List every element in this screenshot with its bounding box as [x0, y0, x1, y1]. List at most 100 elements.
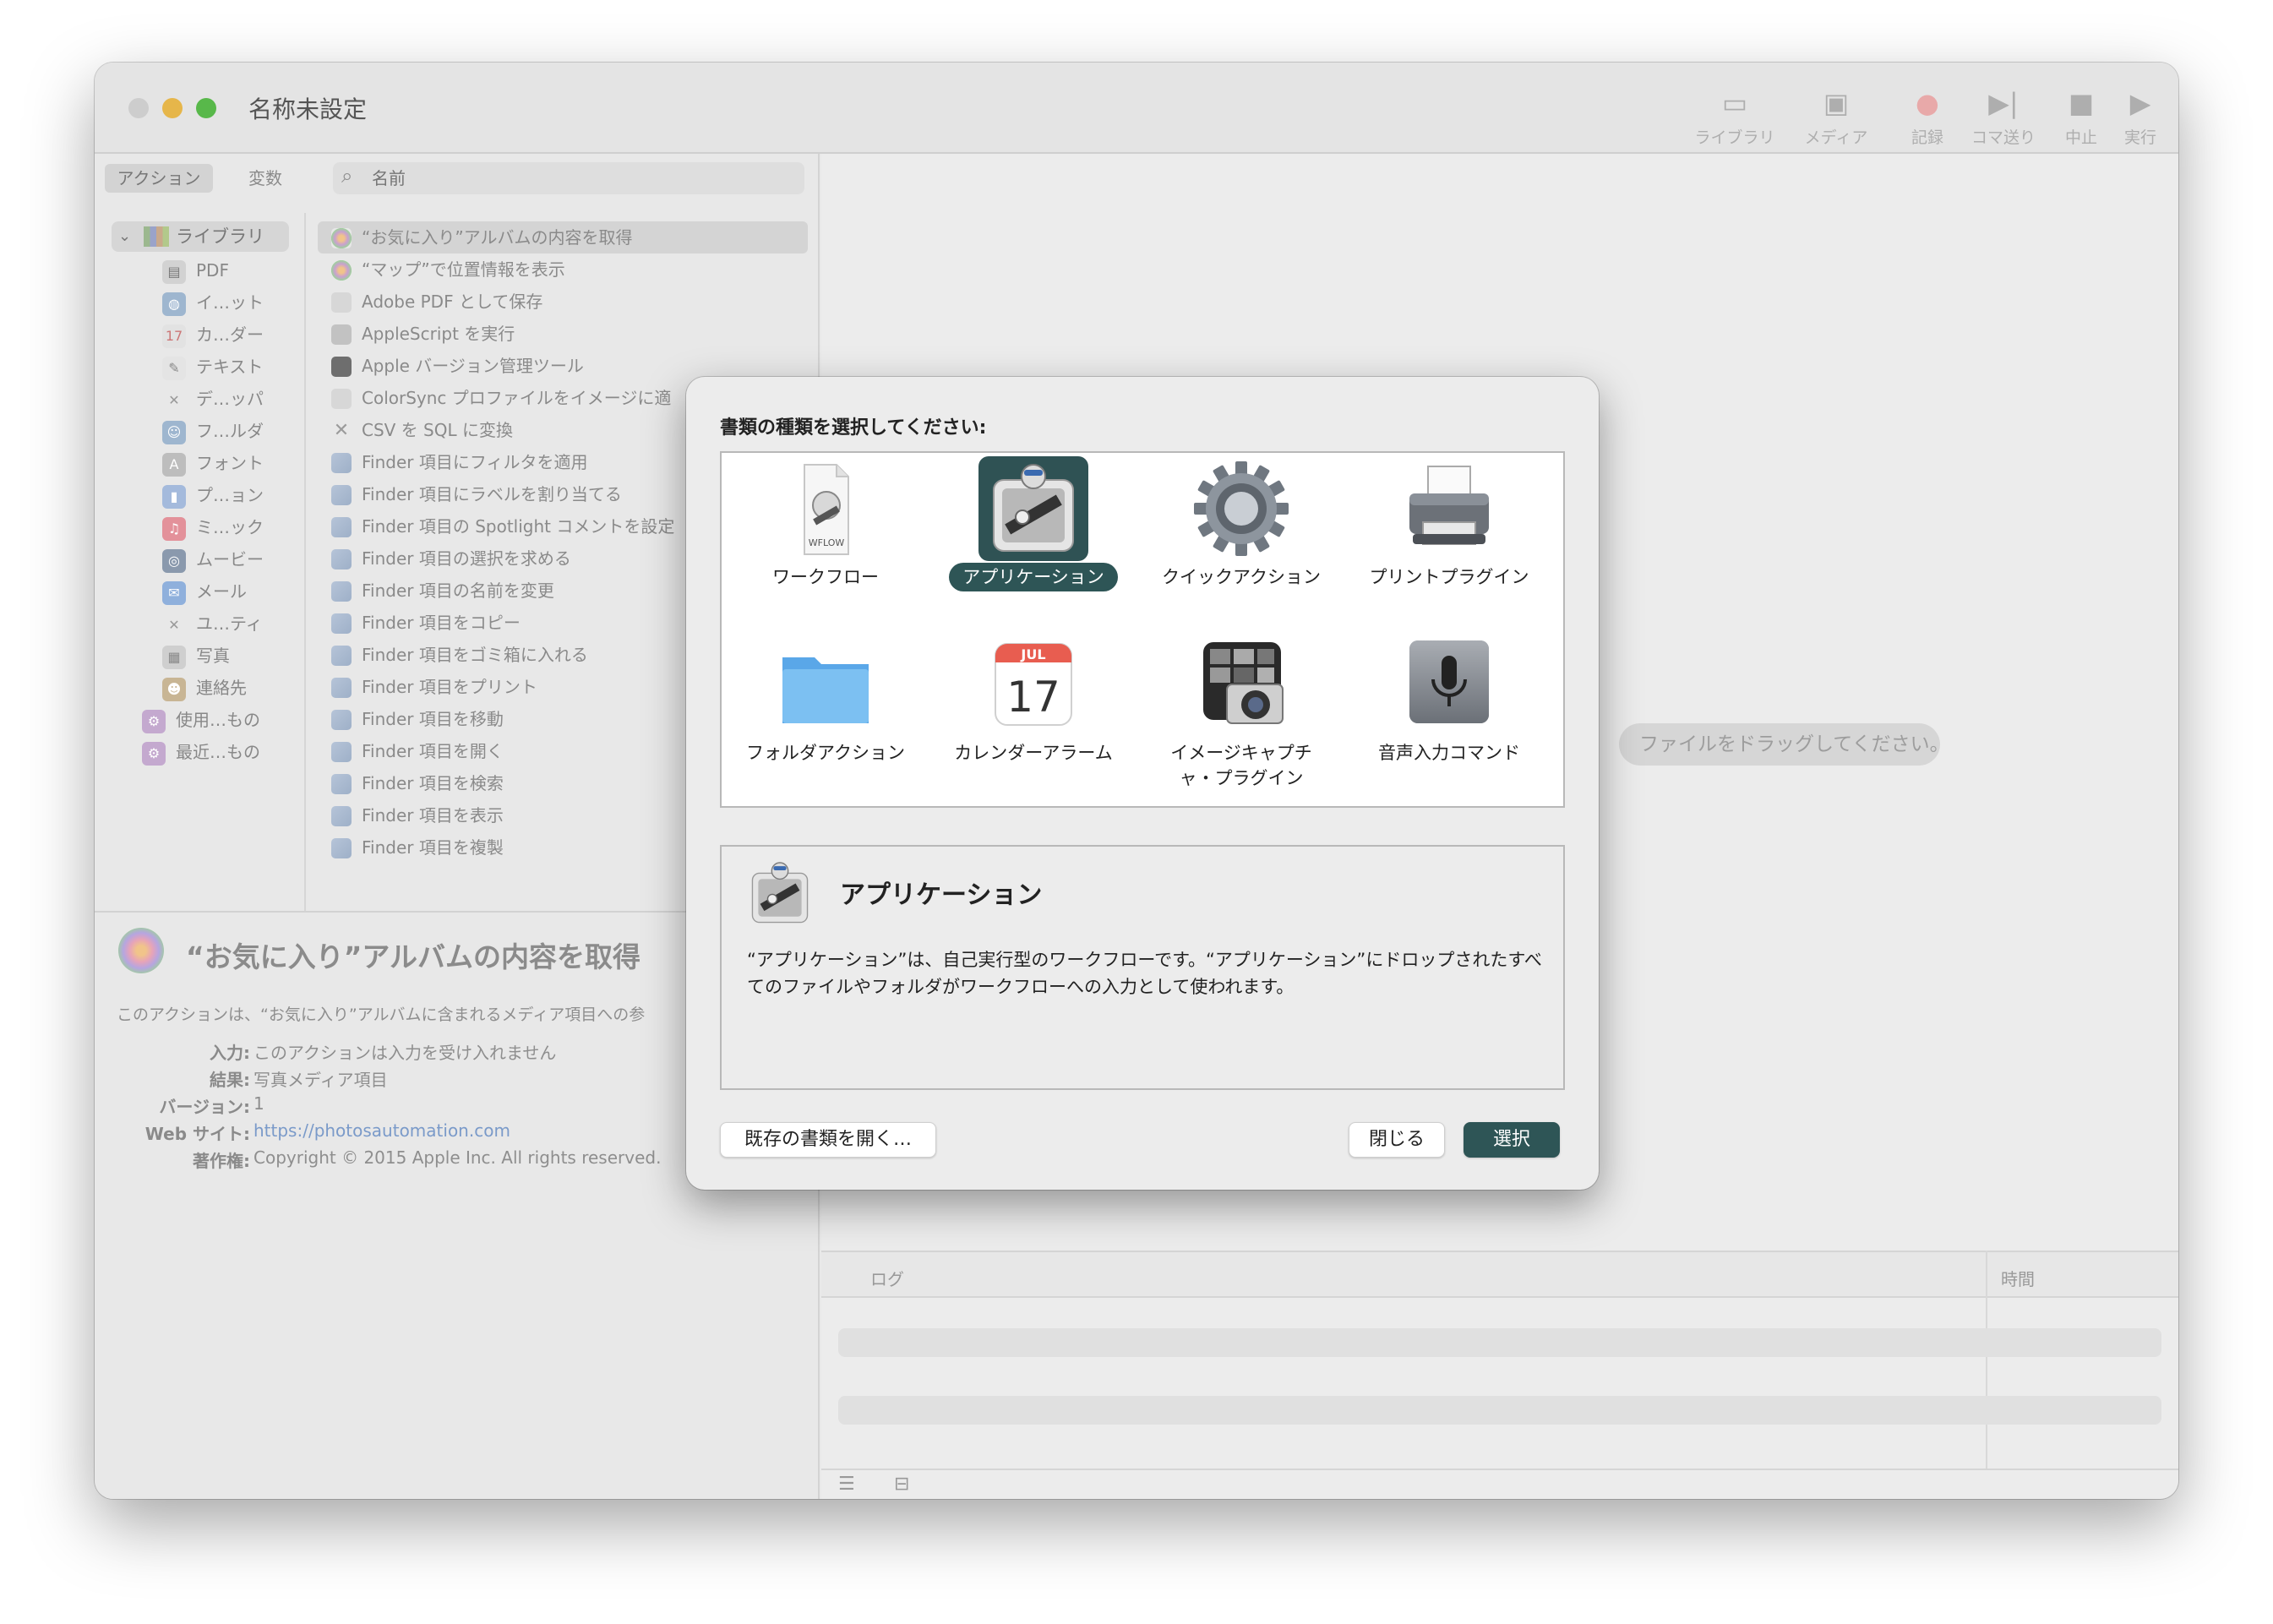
- type-application[interactable]: アプリケーション: [929, 453, 1137, 622]
- type-calendar-alarm[interactable]: JUL 17 カレンダーアラーム: [929, 629, 1137, 798]
- finder-icon: [331, 774, 352, 794]
- maps-icon: [331, 260, 352, 281]
- list-item[interactable]: “マップ”で位置情報を表示: [318, 253, 808, 286]
- finder-icon: [331, 581, 352, 602]
- tab-actions[interactable]: アクション: [105, 164, 213, 193]
- mail-icon: ✉: [162, 580, 186, 605]
- list-item[interactable]: AppleScript を実行: [318, 318, 808, 350]
- script-icon: [331, 324, 352, 345]
- photos-icon: ▣: [1823, 87, 1850, 119]
- photos-icon: [118, 928, 164, 973]
- window-title: 名称未設定: [248, 95, 368, 123]
- search-input[interactable]: [372, 166, 786, 191]
- photos-icon: [331, 228, 352, 248]
- finder-icon: [331, 806, 352, 826]
- library-root-item[interactable]: ⌄ ライブラリ: [112, 221, 289, 252]
- utilities-icon: ✕: [168, 616, 180, 633]
- terminal-icon: [331, 357, 352, 377]
- type-label: クイックアクション: [1162, 567, 1321, 587]
- log-column-header[interactable]: ログ: [870, 1266, 904, 1290]
- library-category[interactable]: A フォント: [162, 448, 264, 478]
- library-books-icon: [144, 226, 169, 247]
- tab-variables[interactable]: 変数: [230, 164, 301, 193]
- library-category[interactable]: ⚙ 使用…もの: [142, 705, 260, 735]
- choose-button[interactable]: 選択: [1464, 1122, 1560, 1158]
- library-category[interactable]: ◍ イ…ット: [162, 287, 264, 318]
- type-quick-action[interactable]: クイックアクション: [1137, 453, 1345, 622]
- library-category[interactable]: ♫ ミ…ック: [162, 512, 264, 542]
- calendar-day: 17: [1006, 673, 1060, 722]
- pdf-icon: ▤: [162, 259, 186, 284]
- info-result-label-wrap: 結果:: [210, 1070, 250, 1090]
- text-icon: ✎: [162, 356, 186, 380]
- info-copyright-label-wrap: 著作権:: [193, 1151, 250, 1171]
- smart-folder-icon: ⚙: [142, 709, 166, 733]
- music-icon: ♫: [162, 516, 186, 541]
- title-bar: 名称未設定 ▭ ライブラリ ▣ メディア ● 記録 ▶| コマ送り ■ 中止 ▶…: [95, 63, 2178, 154]
- library-category[interactable]: ✕ デ…ッパ: [162, 384, 264, 414]
- description-title: アプリケーション: [840, 880, 1043, 910]
- info-version-value: 1: [253, 1093, 264, 1114]
- close-button[interactable]: 閉じる: [1349, 1122, 1445, 1158]
- info-result-value: 写真メディア項目: [253, 1070, 388, 1090]
- workflow-bottom-bar: ☰ ⊟: [821, 1469, 2178, 1499]
- info-version-label-wrap: バージョン:: [159, 1097, 250, 1117]
- type-label: フォルダアクション: [746, 743, 905, 763]
- microphone-icon: [1394, 632, 1504, 737]
- type-image-capture-plugin[interactable]: イメージキャプチャ・プラグイン: [1137, 629, 1345, 798]
- globe-icon: ◍: [162, 292, 186, 316]
- zoom-window-button[interactable]: [196, 98, 216, 118]
- split-view-icon[interactable]: ⊟: [894, 1474, 909, 1495]
- calendar-icon: JUL 17: [978, 632, 1088, 737]
- library-category[interactable]: ▦ 写真: [162, 640, 230, 671]
- type-workflow[interactable]: WFLOW ワークフロー: [722, 453, 929, 622]
- type-folder-action[interactable]: フォルダアクション: [722, 629, 929, 798]
- close-window-button[interactable]: [128, 98, 149, 118]
- library-category[interactable]: ✕ ユ…ティ: [162, 608, 263, 639]
- sidebar-icon: ▭: [1721, 87, 1748, 119]
- library-category[interactable]: ◎ ムービー: [162, 544, 264, 575]
- website-link[interactable]: https://photosautomation.com: [253, 1120, 510, 1141]
- list-item[interactable]: Adobe PDF として保存: [318, 286, 808, 318]
- library-category[interactable]: ▮ プ…ョン: [162, 480, 264, 510]
- log-header: ログ 時間: [821, 1251, 2178, 1298]
- toolbar-media-button[interactable]: ▣ メディア: [1790, 81, 1883, 148]
- type-print-plugin[interactable]: プリントプラグイン: [1345, 453, 1553, 622]
- library-category[interactable]: ✎ テキスト: [162, 352, 263, 382]
- type-label: カレンダーアラーム: [954, 743, 1113, 763]
- library-category[interactable]: ▤ PDF: [162, 255, 229, 286]
- wflow-document-icon: WFLOW: [771, 456, 880, 561]
- colorsync-icon: [331, 389, 352, 409]
- document-type-dialog: 書類の種類を選択してください: WFLOW ワークフロー アプリケーション クイ…: [686, 377, 1599, 1190]
- type-label: 音声入力コマンド: [1378, 743, 1520, 763]
- document-type-grid: WFLOW ワークフロー アプリケーション クイックアクション プリントプラグイ…: [720, 451, 1565, 808]
- open-existing-button[interactable]: 既存の書類を開く…: [720, 1122, 936, 1158]
- toolbar-run-button[interactable]: ▶ 実行: [2094, 81, 2178, 148]
- table-row: [838, 1328, 2161, 1357]
- calendar-month: JUL: [1020, 646, 1045, 662]
- info-copyright-value: Copyright © 2015 Apple Inc. All rights r…: [253, 1147, 662, 1168]
- presentation-icon: ▮: [162, 484, 186, 509]
- library-category[interactable]: ⚙ 最近…もの: [142, 737, 260, 767]
- folder-icon: [771, 632, 880, 737]
- description-text: “アプリケーション”は、自己実行型のワークフローです。“アプリケーション”にドロ…: [747, 950, 1542, 997]
- type-dictation-command[interactable]: 音声入力コマンド: [1345, 629, 1553, 798]
- minimize-window-button[interactable]: [162, 98, 183, 118]
- library-category[interactable]: 17 カ…ダー: [162, 319, 264, 350]
- time-column-header[interactable]: 時間: [2001, 1266, 2035, 1290]
- search-field: ⌕: [333, 162, 804, 194]
- library-category[interactable]: ☺ フ…ルダ: [162, 416, 264, 446]
- gear-icon: [1186, 456, 1296, 561]
- list-view-icon[interactable]: ☰: [838, 1474, 855, 1495]
- finder-icon: [331, 742, 352, 762]
- automator-robot-icon: [742, 855, 818, 931]
- chevron-down-icon: ⌄: [118, 227, 132, 245]
- library-category[interactable]: ☻ 連絡先: [162, 673, 247, 703]
- printer-icon: [1394, 456, 1504, 561]
- log-column-divider: [1986, 1251, 1987, 1469]
- library-category[interactable]: ✉ メール: [162, 576, 247, 607]
- list-item[interactable]: “お気に入り”アルバムの内容を取得: [318, 221, 808, 253]
- finder-icon: [331, 646, 352, 666]
- info-input-value: このアクションは入力を受け入れません: [253, 1043, 557, 1063]
- toolbar-library-button[interactable]: ▭ ライブラリ: [1688, 81, 1781, 148]
